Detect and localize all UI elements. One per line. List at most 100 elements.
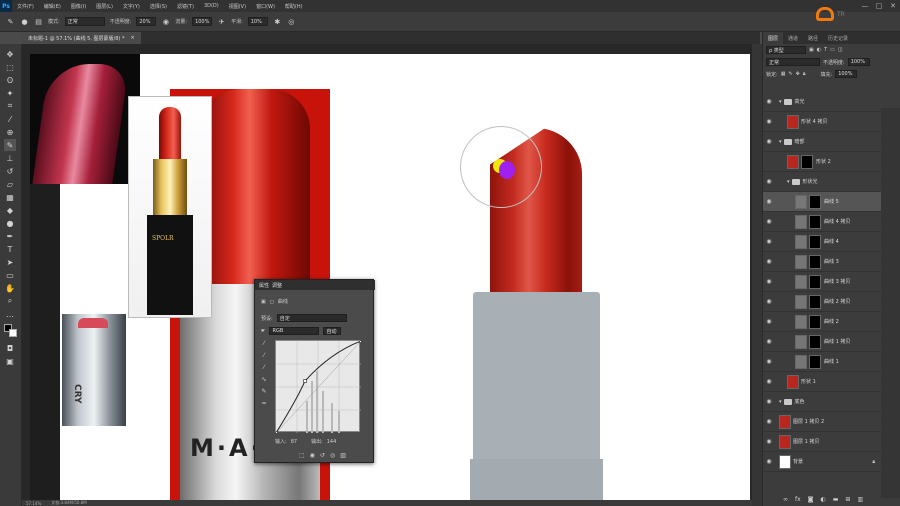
- menu-image[interactable]: 图像(I): [66, 3, 91, 10]
- eye-icon[interactable]: ◉: [763, 98, 775, 105]
- lipstick-cap-drawing[interactable]: [473, 292, 600, 462]
- crop-tool-icon[interactable]: ⌗: [4, 100, 16, 112]
- link-icon[interactable]: ∞: [783, 496, 788, 503]
- layer-mask-thumbnail[interactable]: [809, 334, 821, 349]
- canvas-area[interactable]: M·A·C SPOLR CRY: [22, 44, 760, 504]
- eye-icon[interactable]: ◉: [763, 398, 775, 405]
- layer-row[interactable]: 形状 2: [763, 152, 881, 172]
- menu-file[interactable]: 文件(F): [12, 3, 39, 10]
- auto-button[interactable]: 自动: [323, 327, 342, 335]
- minimize-button[interactable]: —: [858, 0, 872, 12]
- brush-tool-icon[interactable]: ✎: [4, 139, 16, 151]
- curve-pencil-icon[interactable]: ✎: [257, 388, 271, 400]
- layer-row[interactable]: ◉ 背景 🔒︎: [763, 452, 881, 472]
- layer-row[interactable]: ◉ ▾ 高光: [763, 92, 881, 112]
- curve-eyedropper-black-icon[interactable]: ⁄: [257, 340, 271, 352]
- eye-icon[interactable]: ◉: [763, 198, 775, 205]
- zoom-tool-icon[interactable]: ⌕: [4, 295, 16, 307]
- layer-mask-thumbnail[interactable]: [809, 234, 821, 249]
- eye-icon[interactable]: ◉: [763, 258, 775, 265]
- pen-tool-icon[interactable]: ✒: [4, 230, 16, 242]
- tab-paths[interactable]: 路径: [803, 32, 823, 44]
- eye-icon[interactable]: ◉: [763, 118, 775, 125]
- curve-graph[interactable]: [274, 339, 363, 435]
- layer-row[interactable]: ◉ 图层 1 拷贝 2: [763, 412, 881, 432]
- curve-point-tool-icon[interactable]: ∿: [257, 376, 271, 388]
- eye-icon[interactable]: ◉: [763, 358, 775, 365]
- curve-point[interactable]: [303, 379, 307, 383]
- tab-channels[interactable]: 通道: [783, 32, 803, 44]
- gradient-tool-icon[interactable]: ▦: [4, 191, 16, 203]
- menu-help[interactable]: 帮助(H): [280, 3, 308, 10]
- zoom-level[interactable]: 57.14%: [26, 501, 41, 506]
- mask-icon[interactable]: ◙: [808, 496, 814, 503]
- eye-icon[interactable]: ◉: [763, 338, 775, 345]
- layer-kind-filter[interactable]: ρ 类型: [766, 46, 806, 54]
- background-color-swatch[interactable]: [9, 329, 17, 337]
- document-tab[interactable]: 未标题-1 @ 57.1% (曲线 5, 图层蒙版/8) * ×: [22, 32, 141, 44]
- blur-tool-icon[interactable]: ◆: [4, 204, 16, 216]
- layer-row[interactable]: ◉ 曲线 2: [763, 312, 881, 332]
- eye-icon[interactable]: ◉: [763, 178, 775, 185]
- layer-mask-thumbnail[interactable]: [809, 194, 821, 209]
- properties-panel[interactable]: 属性 调整 ▣ ◻ 曲线 预设: 自定 ☛ RGB 自动 ⁄ ⁄ ⁄ ∿ ✎ ≈: [254, 279, 375, 463]
- lock-all-icon[interactable]: 🔒︎: [803, 71, 806, 77]
- eye-icon[interactable]: ◉: [763, 378, 775, 385]
- brush-panel-icon[interactable]: ▤: [34, 17, 43, 26]
- reset-icon[interactable]: ↺: [320, 452, 325, 459]
- filter-adjust-icon[interactable]: ◐: [817, 47, 821, 53]
- curve-svg[interactable]: [274, 339, 363, 435]
- layer-row[interactable]: ◉ 曲线 3 拷贝: [763, 272, 881, 292]
- layer-row[interactable]: ◉ 曲线 2 拷贝: [763, 292, 881, 312]
- marquee-tool-icon[interactable]: ⬚: [4, 61, 16, 73]
- filter-pixel-icon[interactable]: ▣: [809, 47, 814, 53]
- properties-title-bar[interactable]: 属性 调整: [255, 280, 375, 290]
- layer-row[interactable]: ◉ 曲线 1 拷贝: [763, 332, 881, 352]
- type-tool-icon[interactable]: T: [4, 243, 16, 255]
- filter-shape-icon[interactable]: ▭: [830, 47, 835, 53]
- lock-position-icon[interactable]: ✥: [796, 71, 800, 77]
- adjust-icon[interactable]: ◐: [821, 496, 826, 503]
- brush-preset-icon[interactable]: ●: [20, 17, 29, 26]
- layer-row[interactable]: ◉ 形状 4 拷贝: [763, 112, 881, 132]
- eye-icon[interactable]: ◉: [763, 298, 775, 305]
- magic-wand-tool-icon[interactable]: ✦: [4, 87, 16, 99]
- menu-window[interactable]: 窗口(W): [251, 3, 280, 10]
- menu-layer[interactable]: 图层(L): [91, 3, 118, 10]
- menu-type[interactable]: 文字(Y): [118, 3, 145, 10]
- layer-row[interactable]: ◉ ▾ 底色: [763, 392, 881, 412]
- tab-layers[interactable]: 图层: [763, 32, 784, 44]
- trash-icon[interactable]: ▥: [857, 496, 863, 503]
- input-value[interactable]: 87: [291, 439, 297, 445]
- menu-filter[interactable]: 滤镜(T): [172, 3, 199, 10]
- pressure-opacity-icon[interactable]: ◉: [161, 17, 170, 26]
- filter-smart-icon[interactable]: ◫: [838, 47, 843, 53]
- chevron-down-icon[interactable]: ▾: [787, 179, 790, 185]
- layer-row[interactable]: ◉ ▾ 暗部: [763, 132, 881, 152]
- new-icon[interactable]: ⊞: [845, 496, 850, 503]
- curve-point[interactable]: [359, 339, 363, 343]
- layers-scrollbar[interactable]: [881, 108, 900, 498]
- output-value[interactable]: 144: [327, 439, 337, 445]
- maximize-button[interactable]: □: [872, 0, 886, 12]
- stamp-tool-icon[interactable]: ⊥: [4, 152, 16, 164]
- move-tool-icon[interactable]: ✥: [4, 48, 16, 60]
- opacity-field[interactable]: 20%: [136, 17, 157, 26]
- preset-select[interactable]: 自定: [276, 314, 347, 322]
- photoshop-logo-icon[interactable]: Ps: [0, 0, 12, 12]
- layer-mask-thumbnail[interactable]: [809, 274, 821, 289]
- chevron-down-icon[interactable]: ▾: [779, 139, 782, 145]
- reference-image-lipstick-tip[interactable]: [30, 54, 140, 184]
- curve-point[interactable]: [274, 431, 278, 435]
- airbrush-icon[interactable]: ✈: [217, 17, 226, 26]
- visibility-icon[interactable]: ◎: [330, 452, 335, 459]
- clip-to-layer-icon[interactable]: ⬚: [299, 452, 305, 459]
- layer-opacity-field[interactable]: 100%: [847, 58, 870, 66]
- reference-image-gold-lipstick[interactable]: SPOLR: [128, 96, 212, 318]
- close-tab-icon[interactable]: ×: [130, 35, 134, 41]
- layer-mask-thumbnail[interactable]: [809, 254, 821, 269]
- healing-tool-icon[interactable]: ⊕: [4, 126, 16, 138]
- document-canvas[interactable]: M·A·C SPOLR CRY: [30, 54, 750, 504]
- tab-adjust[interactable]: 调整: [272, 282, 282, 289]
- layer-row[interactable]: ◉ 图层 1 拷贝: [763, 432, 881, 452]
